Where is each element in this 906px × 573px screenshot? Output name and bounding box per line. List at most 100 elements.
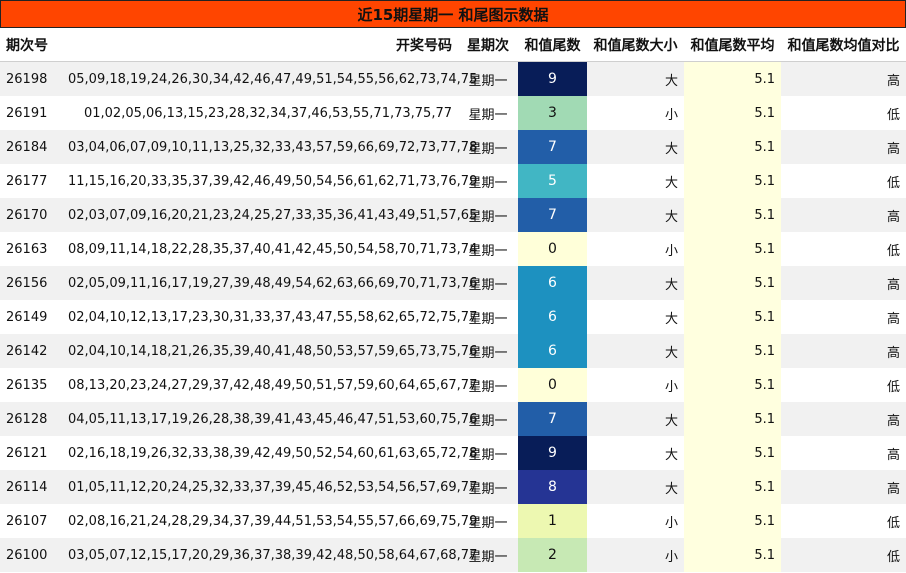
cell-avg: 5.1 xyxy=(684,470,781,504)
table-row: 26163 08,09,11,14,18,22,28,35,37,40,41,42… xyxy=(0,232,906,266)
table-row: 26114 01,05,11,12,20,24,25,32,33,37,39,45… xyxy=(0,470,906,504)
header-issue: 期次号 xyxy=(0,28,62,62)
cell-size: 小 xyxy=(587,538,684,572)
cell-numbers: 05,09,18,19,24,26,30,34,42,46,47,49,51,5… xyxy=(62,61,477,96)
cell-tail: 7 xyxy=(518,198,587,232)
cell-compare: 高 xyxy=(781,198,906,232)
table-row: 26184 03,04,06,07,09,10,11,13,25,32,33,43… xyxy=(0,130,906,164)
cell-compare: 高 xyxy=(781,130,906,164)
table-row: 26170 02,03,07,09,16,20,21,23,24,25,27,33… xyxy=(0,198,906,232)
cell-avg: 5.1 xyxy=(684,232,781,266)
cell-compare: 高 xyxy=(781,334,906,368)
cell-size: 小 xyxy=(587,96,684,130)
table-row: 26142 02,04,10,14,18,21,26,35,39,40,41,48… xyxy=(0,334,906,368)
cell-tail: 0 xyxy=(518,368,587,402)
cell-avg: 5.1 xyxy=(684,96,781,130)
cell-numbers: 02,04,10,14,18,21,26,35,39,40,41,48,50,5… xyxy=(62,334,477,368)
cell-numbers: 11,15,16,20,33,35,37,39,42,46,49,50,54,5… xyxy=(62,164,477,198)
cell-compare: 高 xyxy=(781,436,906,470)
cell-tail: 2 xyxy=(518,538,587,572)
cell-numbers: 01,05,11,12,20,24,25,32,33,37,39,45,46,5… xyxy=(62,470,477,504)
cell-avg: 5.1 xyxy=(684,436,781,470)
cell-tail: 9 xyxy=(518,61,587,96)
cell-numbers: 03,04,06,07,09,10,11,13,25,32,33,43,57,5… xyxy=(62,130,477,164)
cell-avg: 5.1 xyxy=(684,300,781,334)
cell-avg: 5.1 xyxy=(684,538,781,572)
header-compare: 和值尾数均值对比 xyxy=(781,28,906,62)
table-body: 26198 05,09,18,19,24,26,30,34,42,46,47,49… xyxy=(0,61,906,572)
header-avg: 和值尾数平均 xyxy=(684,28,781,62)
cell-tail: 7 xyxy=(518,130,587,164)
table-row: 26191 01,02,05,06,13,15,23,28,32,34,37,46… xyxy=(0,96,906,130)
cell-numbers: 01,02,05,06,13,15,23,28,32,34,37,46,53,5… xyxy=(62,96,458,130)
cell-tail: 1 xyxy=(518,504,587,538)
cell-avg: 5.1 xyxy=(684,266,781,300)
cell-issue: 26184 xyxy=(0,130,62,164)
cell-size: 大 xyxy=(587,334,684,368)
cell-size: 大 xyxy=(587,198,684,232)
cell-numbers: 02,03,07,09,16,20,21,23,24,25,27,33,35,3… xyxy=(62,198,477,232)
cell-compare: 高 xyxy=(781,266,906,300)
cell-tail: 5 xyxy=(518,164,587,198)
cell-issue: 26107 xyxy=(0,504,62,538)
header-tail: 和值尾数 xyxy=(518,28,587,62)
table-row: 26156 02,05,09,11,16,17,19,27,39,48,49,54… xyxy=(0,266,906,300)
cell-tail: 8 xyxy=(518,470,587,504)
cell-avg: 5.1 xyxy=(684,130,781,164)
table-row: 26100 03,05,07,12,15,17,20,29,36,37,38,39… xyxy=(0,538,906,572)
cell-avg: 5.1 xyxy=(684,504,781,538)
cell-compare: 低 xyxy=(781,96,906,130)
cell-size: 大 xyxy=(587,61,684,96)
cell-issue: 26198 xyxy=(0,61,62,96)
cell-tail: 6 xyxy=(518,300,587,334)
cell-size: 小 xyxy=(587,368,684,402)
cell-size: 大 xyxy=(587,164,684,198)
table-row: 26128 04,05,11,13,17,19,26,28,38,39,41,43… xyxy=(0,402,906,436)
cell-tail: 9 xyxy=(518,436,587,470)
table-row: 26198 05,09,18,19,24,26,30,34,42,46,47,49… xyxy=(0,61,906,96)
cell-numbers: 02,05,09,11,16,17,19,27,39,48,49,54,62,6… xyxy=(62,266,477,300)
cell-issue: 26114 xyxy=(0,470,62,504)
table-header: 期次号 开奖号码 星期次 和值尾数 和值尾数大小 和值尾数平均 和值尾数均值对比 xyxy=(0,28,906,62)
header-size: 和值尾数大小 xyxy=(587,28,684,62)
cell-issue: 26149 xyxy=(0,300,62,334)
cell-size: 大 xyxy=(587,402,684,436)
draw-data-table: 期次号 开奖号码 星期次 和值尾数 和值尾数大小 和值尾数平均 和值尾数均值对比… xyxy=(0,28,906,572)
cell-size: 大 xyxy=(587,300,684,334)
cell-issue: 26163 xyxy=(0,232,62,266)
cell-avg: 5.1 xyxy=(684,61,781,96)
cell-compare: 高 xyxy=(781,300,906,334)
cell-compare: 高 xyxy=(781,61,906,96)
cell-size: 大 xyxy=(587,130,684,164)
cell-tail: 3 xyxy=(518,96,587,130)
cell-numbers: 02,04,10,12,13,17,23,30,31,33,37,43,47,5… xyxy=(62,300,477,334)
cell-compare: 高 xyxy=(781,402,906,436)
table-row: 26121 02,16,18,19,26,32,33,38,39,42,49,50… xyxy=(0,436,906,470)
cell-issue: 26177 xyxy=(0,164,62,198)
cell-tail: 7 xyxy=(518,402,587,436)
cell-avg: 5.1 xyxy=(684,402,781,436)
header-numbers: 开奖号码 xyxy=(62,28,458,62)
cell-numbers: 08,09,11,14,18,22,28,35,37,40,41,42,45,5… xyxy=(62,232,477,266)
cell-avg: 5.1 xyxy=(684,334,781,368)
header-weekday: 星期次 xyxy=(458,28,518,62)
cell-tail: 0 xyxy=(518,232,587,266)
cell-numbers: 02,08,16,21,24,28,29,34,37,39,44,51,53,5… xyxy=(62,504,477,538)
cell-size: 小 xyxy=(587,504,684,538)
table-row: 26177 11,15,16,20,33,35,37,39,42,46,49,50… xyxy=(0,164,906,198)
cell-size: 大 xyxy=(587,470,684,504)
cell-avg: 5.1 xyxy=(684,164,781,198)
cell-issue: 26142 xyxy=(0,334,62,368)
cell-issue: 26135 xyxy=(0,368,62,402)
table-row: 26107 02,08,16,21,24,28,29,34,37,39,44,51… xyxy=(0,504,906,538)
cell-size: 大 xyxy=(587,436,684,470)
cell-issue: 26191 xyxy=(0,96,62,130)
cell-numbers: 04,05,11,13,17,19,26,28,38,39,41,43,45,4… xyxy=(62,402,477,436)
cell-compare: 低 xyxy=(781,368,906,402)
cell-issue: 26156 xyxy=(0,266,62,300)
cell-numbers: 08,13,20,23,24,27,29,37,42,48,49,50,51,5… xyxy=(62,368,477,402)
cell-compare: 低 xyxy=(781,164,906,198)
cell-issue: 26121 xyxy=(0,436,62,470)
table-row: 26149 02,04,10,12,13,17,23,30,31,33,37,43… xyxy=(0,300,906,334)
cell-issue: 26100 xyxy=(0,538,62,572)
